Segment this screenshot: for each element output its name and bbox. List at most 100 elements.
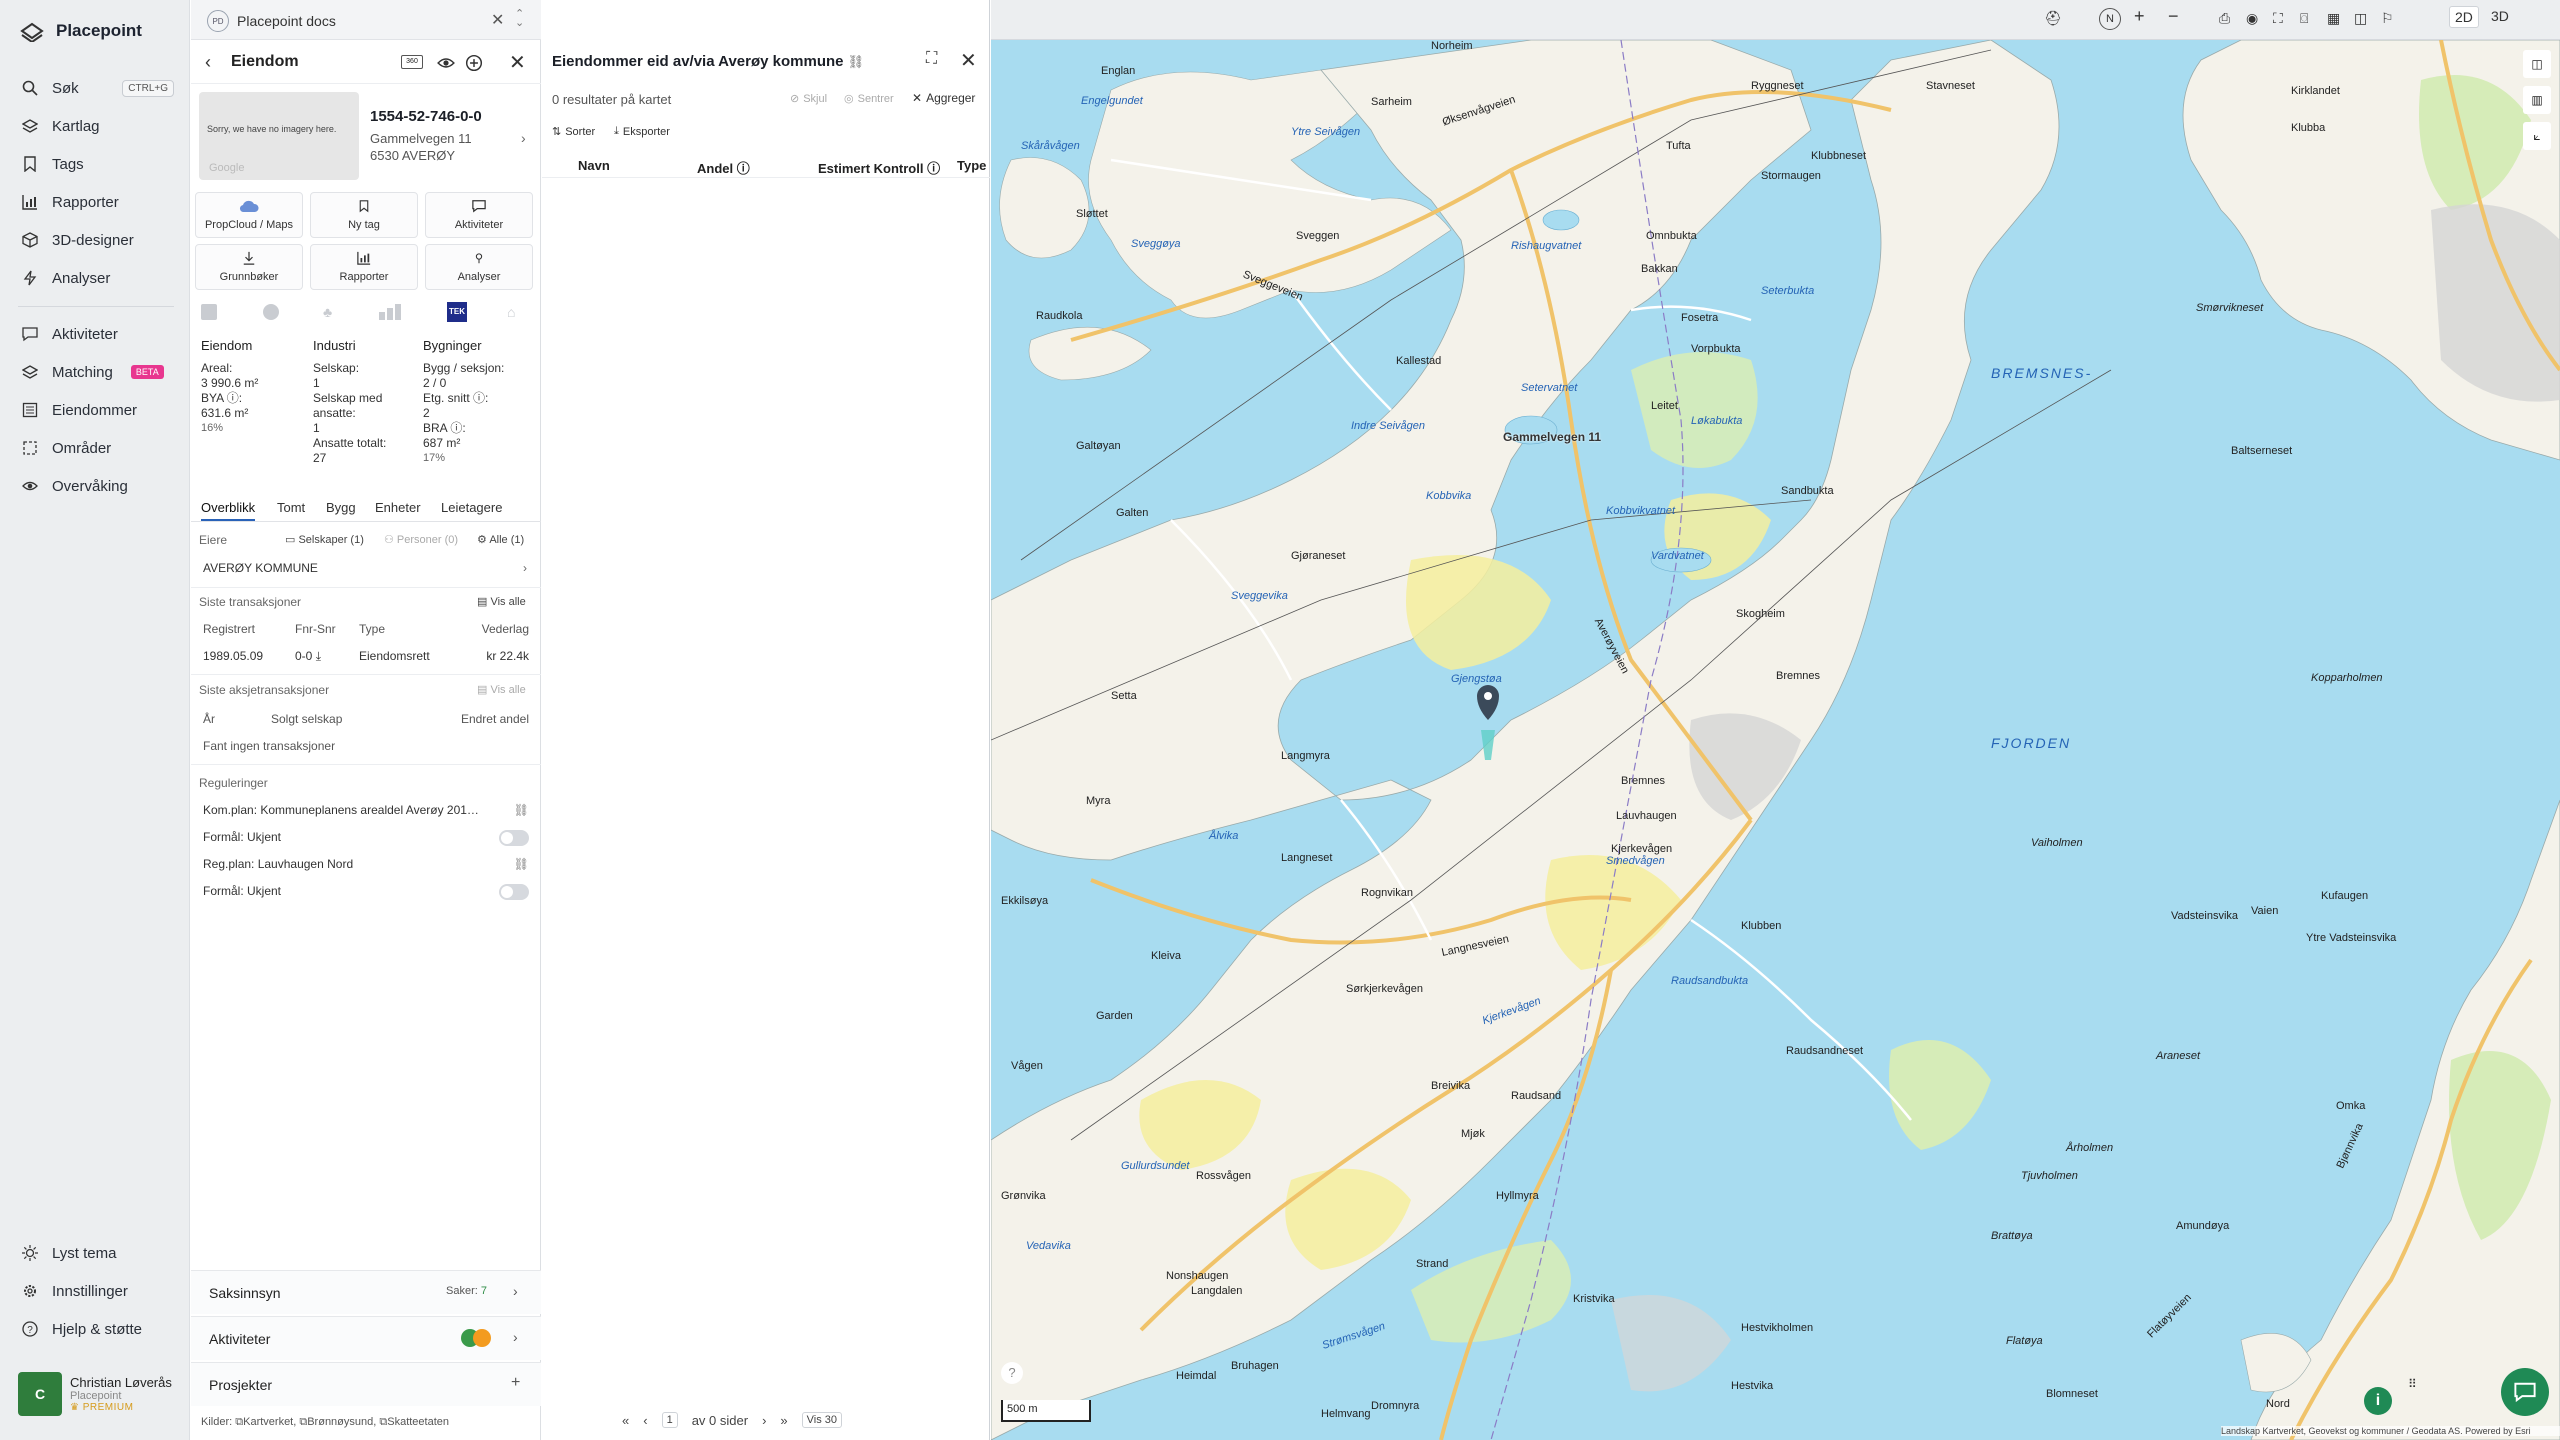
nav-item-sok[interactable]: Søk CTRL+G <box>22 74 174 102</box>
print-icon[interactable]: ⎙ <box>2219 10 2230 27</box>
analyser-button[interactable]: Analyser <box>425 244 533 290</box>
close-icon[interactable]: ✕ <box>491 10 504 30</box>
next-page-icon[interactable]: › <box>762 1413 766 1428</box>
formal-toggle[interactable] <box>499 884 529 900</box>
bookmark-icon[interactable]: ⚐ <box>2381 10 2394 27</box>
measure-icon[interactable]: ⟀ <box>2523 122 2551 150</box>
register-icon[interactable] <box>201 304 217 320</box>
col-header[interactable]: Type <box>957 158 986 173</box>
link-icon[interactable]: ⛓ <box>514 857 529 871</box>
add-circle-icon[interactable] <box>465 54 483 72</box>
grid-icon[interactable]: ▦ <box>2327 10 2340 27</box>
sorter-button[interactable]: ⇅ Sorter <box>552 125 595 139</box>
grunnboker-button[interactable]: Grunnbøker <box>195 244 303 290</box>
source-link[interactable]: ⧉Brønnøysund, <box>299 1416 376 1428</box>
info-icon[interactable]: i <box>2364 1387 2392 1415</box>
filter-personer[interactable]: ⚇ Personer (0) <box>384 533 458 546</box>
nav-item-eiendommer[interactable]: Eiendommer <box>22 396 174 424</box>
prev-page-icon[interactable]: ‹ <box>643 1413 647 1428</box>
chat-support-button[interactable] <box>2501 1368 2549 1416</box>
nav-item-analyser[interactable]: Analyser <box>22 264 174 292</box>
filter-selskaper[interactable]: ▭ Selskaper (1) <box>285 533 364 546</box>
regulering-row[interactable]: Kom.plan: Kommuneplanens arealdel Averøy… <box>203 803 529 817</box>
chart-icon[interactable]: ▥ <box>2523 86 2551 114</box>
nav-item-overvaking[interactable]: Overvåking <box>22 472 174 500</box>
rapporter-button[interactable]: Rapporter <box>310 244 418 290</box>
tek-icon[interactable]: TEK <box>447 302 467 322</box>
brand[interactable]: Placepoint <box>20 20 142 42</box>
map-canvas[interactable]: Gammelvegen 11 Englan Engelgundet Skåråv… <box>991 40 2560 1440</box>
hands-icon[interactable]: ♣ <box>323 304 339 320</box>
tab-bygg[interactable]: Bygg <box>326 500 356 515</box>
close-icon[interactable]: ✕ <box>509 50 526 75</box>
sentrer-button[interactable]: ◎ Sentrer <box>844 92 894 106</box>
image-3d-icon[interactable]: 360 <box>401 55 423 69</box>
accordion-prosjekter[interactable]: Prosjekter + <box>191 1362 541 1406</box>
home-icon[interactable]: ⌂ <box>507 304 523 320</box>
nav-item-kartlag[interactable]: Kartlag <box>22 112 174 140</box>
help-icon[interactable]: ? <box>1001 1362 1023 1384</box>
accordion-aktiviteter[interactable]: Aktiviteter › <box>191 1316 541 1360</box>
nav-item-matching[interactable]: Matching BETA <box>22 358 174 386</box>
drag-handle-icon[interactable]: ⠿ <box>2408 1377 2428 1397</box>
source-link[interactable]: ⧉Kartverket, <box>235 1416 296 1428</box>
buildings-icon[interactable] <box>379 304 405 320</box>
aktiviteter-button[interactable]: Aktiviteter <box>425 192 533 238</box>
chevron-updown-icon[interactable]: ⌃ ⌄ <box>515 9 524 29</box>
nav-item-omrader[interactable]: Områder <box>22 434 174 462</box>
nav-item-innstillinger[interactable]: Innstillinger <box>22 1277 174 1305</box>
zoom-out-icon[interactable]: − <box>2168 6 2179 27</box>
eksporter-button[interactable]: ⤓ Eksporter <box>614 125 670 138</box>
plus-icon[interactable]: + <box>511 1374 520 1392</box>
link-icon[interactable]: ⛓ <box>514 803 529 817</box>
page-input[interactable]: 1 <box>661 1412 678 1428</box>
marker-label[interactable]: Gammelvegen 11 <box>1503 430 1601 444</box>
layers-icon[interactable]: ◫ <box>2354 10 2367 27</box>
ny-tag-button[interactable]: Ny tag <box>310 192 418 238</box>
tab-enheter[interactable]: Enheter <box>375 500 421 515</box>
user-location-icon[interactable]: ⛑ <box>2044 10 2062 27</box>
nav-item-hjelp[interactable]: ? Hjelp & støtte <box>22 1315 174 1343</box>
col-header[interactable]: Estimert Kontroll ⓘ <box>818 158 940 177</box>
workspace-tab[interactable]: PD Placepoint docs ✕ ⌃ ⌄ <box>191 0 541 40</box>
user-card[interactable]: C Christian Løverås Placepoint ♛ PREMIUM <box>18 1372 172 1416</box>
nav-item-3d-designer[interactable]: 3D-designer <box>22 226 174 254</box>
camera-icon[interactable]: ⌼ <box>2300 10 2308 27</box>
formal-toggle[interactable] <box>499 830 529 846</box>
tab-tomt[interactable]: Tomt <box>277 500 305 515</box>
per-page-select[interactable]: Vis 30 <box>801 1412 843 1428</box>
back-icon[interactable]: ‹ <box>205 52 211 73</box>
col-header[interactable]: Navn <box>578 158 610 173</box>
nav-item-aktiviteter[interactable]: Aktiviteter <box>22 320 174 348</box>
accordion-saksinnsyn[interactable]: Saksinnsyn Saker: 7 › <box>191 1270 541 1314</box>
nav-item-rapporter[interactable]: Rapporter <box>22 188 174 216</box>
zoom-in-icon[interactable]: + <box>2134 6 2145 27</box>
expand-icon[interactable]: ⛶ <box>926 50 937 68</box>
close-icon[interactable]: ✕ <box>960 48 977 73</box>
mode-2d-button[interactable]: 2D <box>2449 6 2479 28</box>
aggreger-button[interactable]: ✕ Aggreger <box>912 91 975 105</box>
owner-row[interactable]: AVERØY KOMMUNE › <box>203 561 527 581</box>
mode-3d-button[interactable]: 3D <box>2491 8 2509 24</box>
tab-leietagere[interactable]: Leietagere <box>441 500 502 515</box>
first-page-icon[interactable]: « <box>622 1413 629 1428</box>
download-icon[interactable]: ⤓ <box>316 649 321 663</box>
vis-alle-button[interactable]: ▤ Vis alle <box>477 595 526 608</box>
propcloud-button[interactable]: PropCloud / Maps <box>195 192 303 238</box>
fullscreen-icon[interactable]: ⛶ <box>2273 10 2283 27</box>
globe-icon[interactable] <box>263 304 279 320</box>
skjul-button[interactable]: ⊘ Skjul <box>790 92 827 106</box>
nav-item-tags[interactable]: Tags <box>22 150 174 178</box>
chevron-right-icon[interactable]: › <box>521 130 526 146</box>
last-page-icon[interactable]: » <box>780 1413 787 1428</box>
regulering-row[interactable]: Reg.plan: Lauvhaugen Nord ⛓ <box>203 857 529 871</box>
eye-icon[interactable]: ◉ <box>2246 10 2258 27</box>
source-link[interactable]: ⧉Skatteetaten <box>379 1416 449 1428</box>
tab-overblikk[interactable]: Overblikk <box>201 500 256 521</box>
link-icon[interactable]: ⛓ <box>848 54 865 69</box>
filter-alle[interactable]: ⚙ Alle (1) <box>477 533 524 546</box>
compass-icon[interactable]: N <box>2099 8 2121 30</box>
layers-icon[interactable]: ◫ <box>2523 50 2551 78</box>
col-header[interactable]: Andel ⓘ <box>697 158 750 177</box>
vis-alle-button[interactable]: ▤ Vis alle <box>477 683 526 696</box>
